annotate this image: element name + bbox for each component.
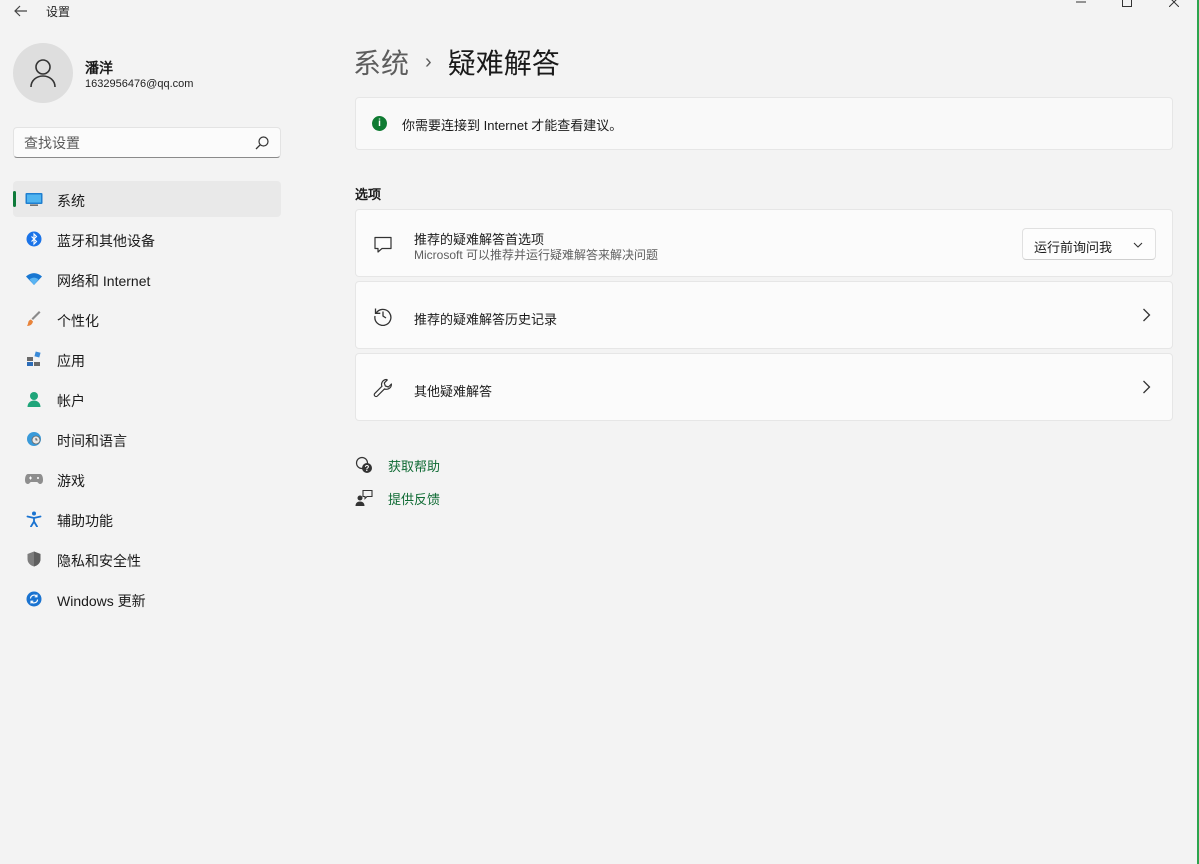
card-subtitle: Microsoft 可以推荐并运行疑难解答来解决问题 (414, 248, 659, 262)
section-title: 选项 (355, 187, 382, 202)
chevron-down-icon (1133, 242, 1143, 248)
history-icon (374, 308, 392, 326)
wrench-icon (373, 378, 392, 398)
sidebar-item-label: 应用 (57, 353, 85, 369)
search-icon[interactable] (254, 135, 270, 151)
shield-icon (25, 550, 43, 568)
sidebar-nav: 系统 蓝牙和其他设备 网络和 Internet 个性化 应用 帐户 时间和语言 … (13, 181, 281, 621)
sidebar-item-bluetooth[interactable]: 蓝牙和其他设备 (13, 221, 281, 257)
sidebar-item-label: 蓝牙和其他设备 (57, 233, 155, 249)
sidebar-item-label: 系统 (57, 193, 85, 209)
search-box[interactable] (13, 127, 281, 158)
other-troubleshooters-card[interactable]: 其他疑难解答 (355, 353, 1173, 421)
info-icon: i (372, 116, 387, 131)
sidebar-item-label: Windows 更新 (57, 593, 146, 609)
chevron-right-icon (1143, 380, 1151, 394)
sidebar-item-accounts[interactable]: 帐户 (13, 381, 281, 417)
breadcrumb-parent[interactable]: 系统 (353, 42, 409, 82)
minimize-icon (1076, 1, 1086, 3)
user-name: 潘洋 (85, 60, 113, 76)
gamepad-icon (25, 470, 43, 488)
minimize-button[interactable] (1058, 0, 1104, 10)
back-arrow-icon (14, 5, 27, 17)
feedback-icon (355, 489, 373, 506)
troubleshooter-history-card[interactable]: 推荐的疑难解答历史记录 (355, 281, 1173, 349)
card-title: 推荐的疑难解答历史记录 (414, 312, 558, 327)
maximize-icon (1122, 0, 1132, 7)
user-email: 1632956476@qq.com (85, 78, 194, 90)
back-button[interactable] (10, 1, 32, 21)
chat-bubble-icon (374, 236, 392, 253)
sidebar-item-windows-update[interactable]: Windows 更新 (13, 581, 281, 617)
update-icon (25, 590, 43, 608)
sidebar-item-personalization[interactable]: 个性化 (13, 301, 281, 337)
page-title: 疑难解答 (447, 48, 560, 79)
notice-text: 你需要连接到 Internet 才能查看建议。 (402, 118, 623, 133)
close-icon (1169, 0, 1179, 7)
maximize-button[interactable] (1104, 0, 1150, 10)
close-button[interactable] (1151, 0, 1197, 10)
sidebar-item-label: 辅助功能 (57, 513, 113, 529)
breadcrumb-separator: › (425, 50, 432, 73)
get-help-link[interactable]: ? 获取帮助 (355, 455, 440, 475)
display-icon (25, 190, 43, 208)
give-feedback-link[interactable]: 提供反馈 (355, 488, 440, 508)
person-icon (30, 59, 56, 88)
sidebar-item-network[interactable]: 网络和 Internet (13, 261, 281, 297)
brush-icon (25, 310, 43, 328)
sidebar-item-time-language[interactable]: 时间和语言 (13, 421, 281, 457)
account-icon (25, 390, 43, 408)
info-notice: i 你需要连接到 Internet 才能查看建议。 (355, 97, 1173, 150)
card-title: 其他疑难解答 (414, 384, 493, 399)
sidebar-item-label: 网络和 Internet (57, 273, 151, 289)
sidebar-item-label: 隐私和安全性 (57, 553, 141, 569)
sidebar-item-system[interactable]: 系统 (13, 181, 281, 217)
link-label[interactable]: 获取帮助 (388, 456, 440, 475)
sidebar-item-label: 帐户 (57, 393, 85, 409)
sidebar-item-apps[interactable]: 应用 (13, 341, 281, 377)
wifi-icon (25, 270, 43, 288)
help-icon: ? (355, 456, 372, 473)
svg-text:?: ? (365, 464, 370, 473)
sidebar-item-label: 游戏 (57, 473, 85, 489)
dropdown-value: 运行前询问我 (1034, 240, 1113, 255)
chevron-right-icon (1143, 308, 1151, 322)
sidebar-item-privacy[interactable]: 隐私和安全性 (13, 541, 281, 577)
sidebar-item-label: 时间和语言 (57, 433, 127, 449)
bluetooth-icon (25, 230, 43, 248)
troubleshooter-preference-dropdown[interactable]: 运行前询问我 (1022, 228, 1156, 260)
apps-icon (25, 350, 43, 368)
recommended-troubleshooter-preferences-card: 推荐的疑难解答首选项 Microsoft 可以推荐并运行疑难解答来解决问题 运行… (355, 209, 1173, 277)
sidebar-item-gaming[interactable]: 游戏 (13, 461, 281, 497)
search-input[interactable] (24, 134, 244, 152)
avatar[interactable] (13, 43, 73, 103)
sidebar-item-accessibility[interactable]: 辅助功能 (13, 501, 281, 537)
globe-clock-icon (25, 430, 43, 448)
title-bar: 设置 (0, 0, 1197, 22)
breadcrumb: 系统 › 疑难解答 (353, 42, 560, 82)
link-label[interactable]: 提供反馈 (388, 489, 440, 508)
sidebar-item-label: 个性化 (57, 313, 99, 329)
app-title: 设置 (46, 5, 71, 19)
accessibility-icon (25, 510, 43, 528)
